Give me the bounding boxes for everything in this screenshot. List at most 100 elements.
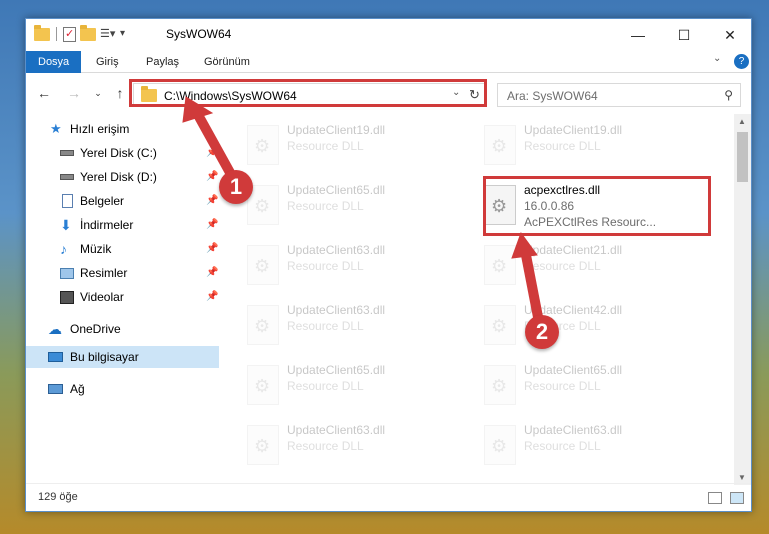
pin-icon: 📌 (206, 291, 219, 302)
file-desc: Resource DLL (524, 139, 601, 153)
scroll-down-icon[interactable]: ▼ (738, 473, 746, 482)
file-desc: Resource DLL (524, 379, 601, 393)
tab-share[interactable]: Paylaş (134, 51, 191, 73)
file-name: UpdateClient65.dll (287, 183, 386, 197)
details-view-icon[interactable] (708, 492, 722, 504)
file-desc: Resource DLL (287, 379, 364, 393)
back-button[interactable]: ← (34, 83, 54, 103)
toolbar-divider (56, 27, 57, 41)
dll-file-icon (484, 245, 516, 285)
minimize-button[interactable]: — (615, 19, 661, 51)
vertical-scrollbar[interactable]: ▲ ▼ (734, 114, 751, 485)
close-button[interactable]: ✕ (707, 19, 753, 51)
folder-icon (34, 24, 50, 41)
new-folder-icon[interactable] (80, 24, 96, 41)
list-item[interactable]: UpdateClient42.dll Resource DLL (476, 299, 706, 349)
sidebar-item-label: Yerel Disk (D:) (80, 170, 157, 184)
scroll-up-icon[interactable]: ▲ (738, 117, 746, 126)
sidebar-item-network[interactable]: Ağ (26, 378, 219, 400)
pin-icon: 📌 (206, 147, 219, 158)
pin-icon: 📌 (206, 219, 219, 230)
dll-file-icon (247, 305, 279, 345)
search-icon[interactable]: ⚲ (724, 88, 733, 102)
search-placeholder[interactable]: Ara: SysWOW64 (507, 89, 598, 103)
file-name: UpdateClient19.dll (287, 123, 386, 137)
list-item[interactable]: UpdateClient63.dll Resource DLL (239, 239, 469, 289)
file-desc: Resource DLL (287, 439, 364, 453)
file-desc: Resource DLL (524, 439, 601, 453)
explorer-window: ☰▾ ▾ SysWOW64 — ☐ ✕ Dosya Giriş Paylaş G… (25, 18, 752, 512)
step-1-badge: 1 (219, 170, 253, 204)
documents-icon (62, 194, 73, 208)
star-icon: ★ (50, 121, 62, 136)
file-name: UpdateClient63.dll (287, 423, 386, 437)
sidebar-item-label: Bu bilgisayar (70, 350, 139, 364)
file-list: UpdateClient19.dll Resource DLL UpdateCl… (221, 114, 738, 485)
dll-file-icon (484, 365, 516, 405)
dll-file-icon (484, 125, 516, 165)
large-icons-view-icon[interactable] (730, 492, 744, 504)
properties-icon[interactable] (63, 26, 76, 42)
sidebar-item-quick-access[interactable]: ★ Hızlı erişim (26, 118, 219, 140)
sidebar-item-drive-c[interactable]: Yerel Disk (C:) 📌 (26, 142, 219, 164)
sidebar-item-label: Belgeler (80, 194, 125, 208)
navigation-pane: ★ Hızlı erişim Yerel Disk (C:) 📌 Yerel D… (26, 114, 219, 485)
sidebar-item-label: Ağ (70, 382, 85, 396)
video-icon (60, 291, 74, 304)
qa-dropdown-icon[interactable]: ▾ (120, 26, 136, 42)
file-desc: Resource DLL (287, 139, 364, 153)
sidebar-item-downloads[interactable]: ⬇ İndirmeler 📌 (26, 214, 219, 236)
list-item[interactable]: UpdateClient21.dll Resource DLL (476, 239, 706, 289)
dll-file-icon (484, 305, 516, 345)
address-highlight-box (129, 79, 487, 107)
list-item[interactable]: UpdateClient65.dll Resource DLL (239, 359, 469, 409)
recent-locations-icon[interactable]: ⌄ (88, 83, 108, 103)
sidebar-item-documents[interactable]: Belgeler 📌 (26, 190, 219, 212)
step-2-badge: 2 (525, 315, 559, 349)
sidebar-item-music[interactable]: ♪ Müzik 📌 (26, 238, 219, 260)
list-item[interactable]: UpdateClient63.dll Resource DLL (239, 299, 469, 349)
list-item[interactable]: UpdateClient65.dll Resource DLL (239, 179, 469, 229)
sidebar-item-pictures[interactable]: Resimler 📌 (26, 262, 219, 284)
expand-ribbon-icon[interactable]: ⌄ (713, 53, 721, 64)
sidebar-item-label: İndirmeler (80, 218, 134, 232)
music-icon: ♪ (60, 241, 67, 257)
forward-button[interactable]: → (64, 83, 84, 103)
maximize-button[interactable]: ☐ (661, 19, 707, 51)
download-icon: ⬇ (60, 217, 72, 233)
help-icon[interactable]: ? (734, 54, 749, 69)
list-item[interactable]: UpdateClient65.dll Resource DLL (476, 359, 706, 409)
file-desc: Resource DLL (524, 259, 601, 273)
file-name: UpdateClient21.dll (524, 243, 623, 257)
pin-icon: 📌 (206, 195, 219, 206)
title-bar: ☰▾ ▾ SysWOW64 — ☐ ✕ (26, 19, 751, 51)
file-desc: Resource DLL (287, 259, 364, 273)
dll-file-icon (484, 425, 516, 465)
sidebar-item-drive-d[interactable]: Yerel Disk (D:) 📌 (26, 166, 219, 188)
pin-icon: 📌 (206, 267, 219, 278)
tab-home[interactable]: Giriş (84, 51, 131, 73)
status-bar: 129 öğe (26, 483, 751, 511)
search-box[interactable]: Ara: SysWOW64 ⚲ (497, 83, 741, 107)
scrollbar-thumb[interactable] (737, 132, 748, 182)
sidebar-item-videos[interactable]: Videolar 📌 (26, 286, 219, 308)
pin-icon: 📌 (206, 243, 219, 254)
sidebar-item-onedrive[interactable]: ☁ OneDrive (26, 318, 219, 340)
network-icon (48, 384, 63, 394)
item-count: 129 öğe (38, 491, 78, 503)
customize-toolbar-icon[interactable]: ☰▾ (100, 26, 116, 42)
list-item[interactable]: UpdateClient19.dll Resource DLL (476, 119, 706, 169)
list-item[interactable]: UpdateClient19.dll Resource DLL (239, 119, 469, 169)
tab-file[interactable]: Dosya (26, 51, 82, 73)
file-name: UpdateClient65.dll (524, 363, 623, 377)
up-button[interactable]: ↑ (110, 83, 130, 103)
window-title: SysWOW64 (166, 27, 232, 41)
sidebar-item-label: Müzik (80, 242, 112, 256)
list-item[interactable]: UpdateClient63.dll Resource DLL (476, 419, 706, 469)
tab-view[interactable]: Görünüm (192, 51, 262, 73)
dll-file-icon (247, 125, 279, 165)
list-item[interactable]: UpdateClient63.dll Resource DLL (239, 419, 469, 469)
quick-access-toolbar: ☰▾ ▾ (34, 24, 136, 42)
sidebar-item-this-pc[interactable]: Bu bilgisayar (26, 346, 219, 368)
sidebar-item-label: Videolar (80, 290, 124, 304)
